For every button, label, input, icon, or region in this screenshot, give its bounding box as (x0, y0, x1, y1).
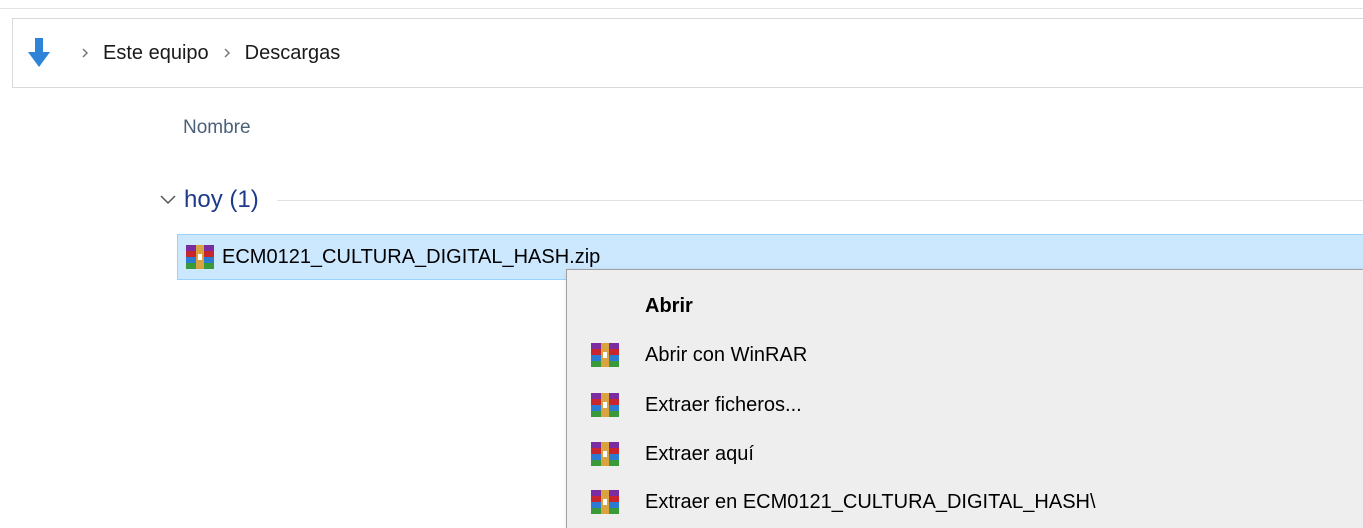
breadcrumb-descargas[interactable]: Descargas (245, 42, 341, 65)
winrar-icon (186, 245, 214, 269)
menu-item-label: Extraer aquí (645, 442, 754, 465)
menu-item-label: Abrir (645, 294, 693, 317)
group-label: hoy (1) (184, 186, 259, 213)
winrar-icon (587, 391, 623, 419)
winrar-icon (587, 440, 623, 468)
winrar-icon (587, 341, 623, 369)
file-explorer-window: Este equipo Descargas Nombre hoy (1) ECM… (0, 0, 1363, 528)
address-bar[interactable]: Este equipo Descargas (12, 18, 1363, 88)
menu-item-label: Extraer ficheros... (645, 393, 802, 416)
menu-item-label: Extraer en ECM0121_CULTURA_DIGITAL_HASH\ (645, 490, 1096, 513)
column-header-name[interactable]: Nombre (183, 117, 251, 139)
ribbon-edge (0, 0, 1363, 9)
chevron-right-icon[interactable] (81, 47, 89, 59)
breadcrumb-este-equipo[interactable]: Este equipo (103, 42, 209, 65)
menu-icon-empty (587, 292, 623, 320)
menu-item-extraer-aqui[interactable]: Extraer aquí (567, 430, 1363, 478)
menu-item-abrir[interactable]: Abrir (567, 282, 1363, 330)
file-name: ECM0121_CULTURA_DIGITAL_HASH.zip (222, 245, 601, 268)
chevron-down-icon[interactable] (158, 190, 178, 210)
menu-item-extraer-ficheros[interactable]: Extraer ficheros... (567, 381, 1363, 429)
menu-item-label: Abrir con WinRAR (645, 343, 808, 366)
winrar-icon (587, 488, 623, 516)
group-divider (276, 199, 1363, 201)
group-header-today[interactable]: hoy (1) (158, 182, 1363, 218)
menu-item-extraer-en-carpeta[interactable]: Extraer en ECM0121_CULTURA_DIGITAL_HASH\ (567, 478, 1363, 526)
chevron-right-icon[interactable] (223, 47, 231, 59)
context-menu: Abrir Abrir con WinRAR Extraer ficheros.… (566, 269, 1363, 528)
menu-item-abrir-con-winrar[interactable]: Abrir con WinRAR (567, 331, 1363, 379)
download-arrow-icon[interactable] (25, 36, 53, 70)
